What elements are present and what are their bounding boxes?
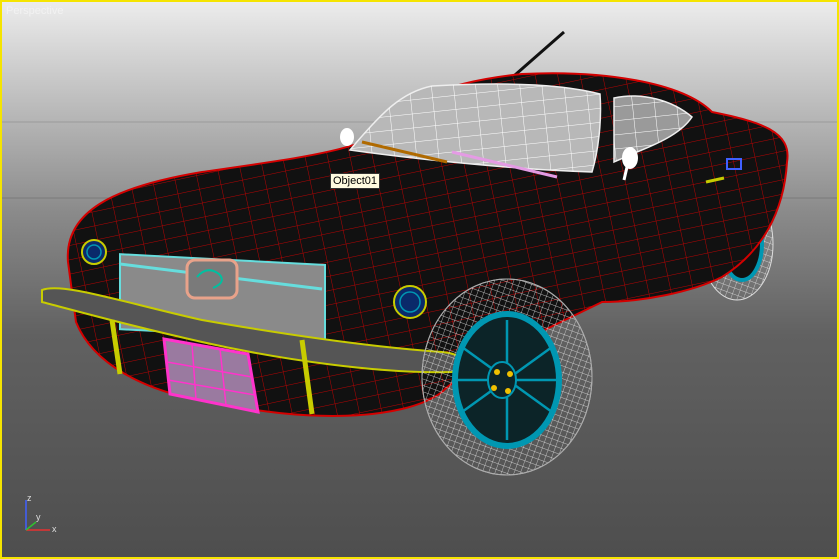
scene-canvas[interactable] xyxy=(2,2,837,557)
headlight-left xyxy=(81,239,107,265)
perspective-viewport[interactable]: Perspective Object01 z x y xyxy=(0,0,839,559)
axis-y-line xyxy=(25,521,37,531)
axis-z-label: z xyxy=(27,493,32,503)
axis-tripod: z x y xyxy=(25,493,57,534)
headlight-right xyxy=(393,285,427,319)
object-tooltip: Object01 xyxy=(330,173,381,189)
emblem xyxy=(185,258,239,300)
mirror-left xyxy=(340,128,354,146)
axis-y-label: y xyxy=(36,512,41,522)
axis-x-label: x xyxy=(52,524,57,534)
front-wheel[interactable] xyxy=(421,278,593,476)
